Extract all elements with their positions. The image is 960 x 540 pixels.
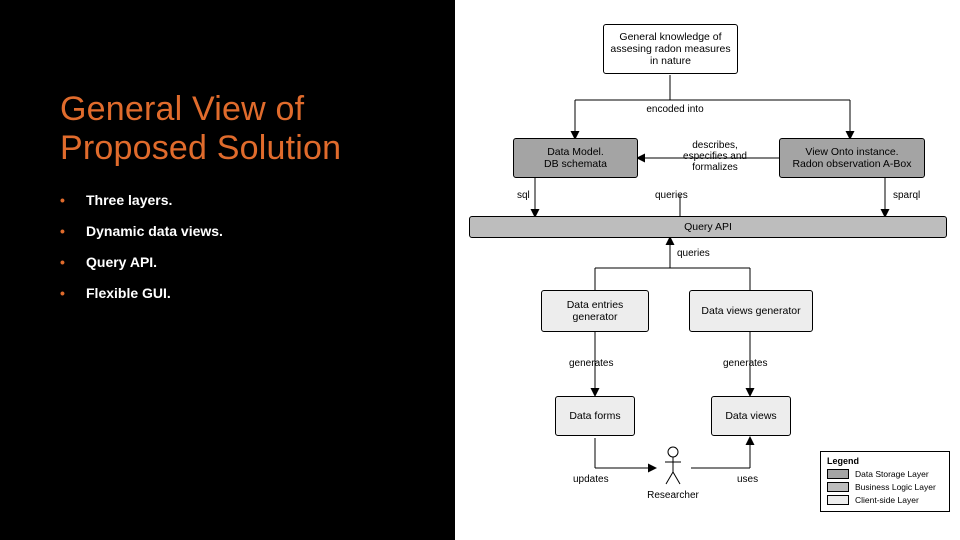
legend-row: Business Logic Layer <box>827 482 943 492</box>
edge-generates-right: generates <box>723 358 767 369</box>
node-data-model: Data Model.DB schemata <box>513 138 638 178</box>
node-data-entries-generator: Data entriesgenerator <box>541 290 649 332</box>
bullet-item: Three layers. <box>60 192 455 209</box>
node-onto-instance: View Onto instance.Radon observation A-B… <box>779 138 925 178</box>
actor-label: Researcher <box>643 490 703 501</box>
legend: Legend Data Storage Layer Business Logic… <box>820 451 950 512</box>
legend-swatch-lite <box>827 495 849 505</box>
title-line-2: Proposed Solution <box>60 129 341 167</box>
node-text: Data views <box>725 410 776 422</box>
node-text: Data Model.DB schemata <box>544 146 607 170</box>
slide-title: General View of Proposed Solution <box>60 90 455 168</box>
legend-row: Client-side Layer <box>827 495 943 505</box>
node-text: View Onto instance.Radon observation A-B… <box>792 146 911 170</box>
node-text: Data entriesgenerator <box>567 299 624 323</box>
edge-queries-mid: queries <box>677 248 710 259</box>
actor-icon <box>663 446 683 486</box>
node-general-knowledge: General knowledge ofassesing radon measu… <box>603 24 738 74</box>
edge-sparql: sparql <box>893 190 920 201</box>
node-data-views: Data views <box>711 396 791 436</box>
edge-describes: describes,especifies andformalizes <box>665 140 765 173</box>
edge-generates-left: generates <box>569 358 613 369</box>
node-text: General knowledge ofassesing radon measu… <box>610 31 730 67</box>
node-text: Query API <box>684 221 732 233</box>
node-query-api: Query API <box>469 216 947 238</box>
legend-label: Client-side Layer <box>855 495 919 505</box>
edge-queries-top: queries <box>655 190 688 201</box>
node-data-forms: Data forms <box>555 396 635 436</box>
diagram-panel: General knowledge ofassesing radon measu… <box>455 0 960 540</box>
legend-title: Legend <box>827 456 943 466</box>
bullet-list: Three layers. Dynamic data views. Query … <box>60 192 455 301</box>
legend-row: Data Storage Layer <box>827 469 943 479</box>
node-text: Data views generator <box>701 305 800 317</box>
slide: General View of Proposed Solution Three … <box>0 0 960 540</box>
legend-label: Data Storage Layer <box>855 469 929 479</box>
node-data-views-generator: Data views generator <box>689 290 813 332</box>
node-text: Data forms <box>569 410 620 422</box>
bullet-item: Flexible GUI. <box>60 285 455 302</box>
left-panel: General View of Proposed Solution Three … <box>0 0 455 540</box>
title-line-1: General View of <box>60 90 304 128</box>
bullet-item: Query API. <box>60 254 455 271</box>
legend-swatch-mid <box>827 482 849 492</box>
legend-label: Business Logic Layer <box>855 482 936 492</box>
bullet-item: Dynamic data views. <box>60 223 455 240</box>
edge-sql: sql <box>517 190 530 201</box>
edge-encoded-into: encoded into <box>635 104 715 115</box>
edge-uses: uses <box>737 474 758 485</box>
legend-swatch-dark <box>827 469 849 479</box>
edge-updates: updates <box>573 474 609 485</box>
